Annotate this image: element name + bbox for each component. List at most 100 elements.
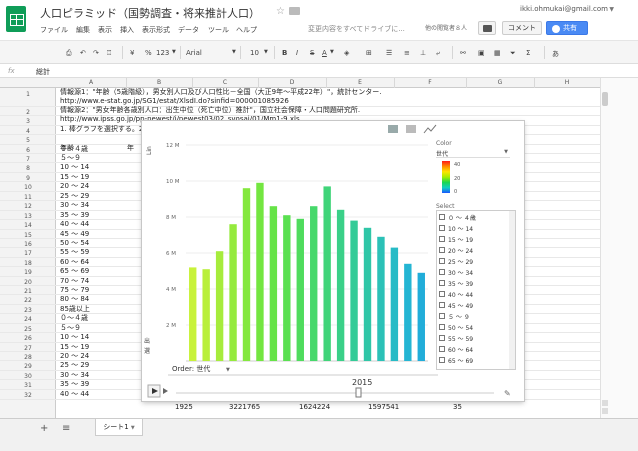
font-size-select[interactable]: 10 [250, 49, 259, 57]
chevron-down-icon[interactable]: ▼ [609, 6, 614, 13]
add-sheet-button[interactable]: + [40, 423, 48, 434]
select-scrollbar[interactable] [509, 211, 515, 369]
age-cell[interactable]: 15 ～ 19 [60, 344, 89, 351]
scroll-up-icon[interactable] [602, 400, 608, 406]
row-header[interactable]: 12 [0, 203, 56, 210]
select-checkbox[interactable] [439, 302, 445, 308]
select-checkbox[interactable] [439, 324, 445, 330]
age-cell[interactable]: 25 ～ 29 [60, 362, 89, 369]
cell-d32[interactable]: 1624224 [299, 404, 330, 411]
column-header-d[interactable]: D [258, 79, 326, 86]
select-checkbox[interactable] [439, 335, 445, 341]
cell-b32[interactable]: 1925 [175, 404, 193, 411]
order-dropdown[interactable]: Order: 世代 [172, 364, 210, 373]
age-cell[interactable]: 45 ～ 49 [60, 231, 89, 238]
menu-tools[interactable]: ツール [208, 25, 229, 35]
align-left-icon[interactable]: ≡ [404, 49, 410, 57]
print-icon[interactable]: ⎙ [66, 49, 72, 58]
select-checkbox[interactable] [439, 236, 445, 242]
cell-b5[interactable]: 年 [127, 145, 134, 152]
chevron-down-icon[interactable]: ▼ [264, 49, 268, 55]
document-title[interactable]: 人口ピラミッド（国勢調査・将来推計人口） [40, 5, 260, 21]
bar[interactable] [202, 269, 210, 361]
select-item[interactable]: 10 ～ 14 [439, 224, 509, 233]
comment-button[interactable]: コメント [502, 21, 542, 35]
number-format-button[interactable]: 123 [156, 49, 169, 57]
select-checkbox[interactable] [439, 346, 445, 352]
select-item[interactable]: ０ ～ ４歳 [439, 213, 509, 222]
sheet-tab[interactable]: シート1 ▼ [95, 419, 143, 436]
bar[interactable] [215, 251, 224, 361]
row-header[interactable]: 24 [0, 316, 56, 323]
age-cell[interactable]: 40 ～ 44 [60, 221, 89, 228]
select-checkbox[interactable] [439, 280, 445, 286]
bar[interactable] [404, 263, 412, 361]
column-header-h[interactable]: H [534, 79, 600, 86]
row-header[interactable]: 14 [0, 222, 56, 229]
select-item[interactable]: 35 ～ 39 [439, 279, 509, 288]
row-header[interactable]: 31 [0, 382, 56, 389]
age-cell[interactable]: 35 ～ 39 [60, 381, 89, 388]
age-cell[interactable]: 70 ～ 74 [60, 278, 89, 285]
bar[interactable] [310, 206, 318, 361]
chevron-down-icon[interactable]: ▼ [330, 49, 334, 55]
select-checkbox[interactable] [439, 313, 445, 319]
star-icon[interactable]: ☆ [276, 6, 285, 17]
row-header[interactable]: 3 [0, 118, 56, 125]
vertical-align-icon[interactable]: ⊥ [420, 49, 426, 57]
column-header-g[interactable]: G [466, 79, 534, 86]
age-cell[interactable]: 60 ～ 64 [60, 259, 89, 266]
chevron-down-icon[interactable]: ▼ [172, 49, 176, 55]
bar-view-icon[interactable] [406, 125, 416, 133]
select-item[interactable]: 45 ～ 49 [439, 301, 509, 310]
scrollbar-thumb[interactable] [602, 92, 608, 106]
select-checkbox[interactable] [439, 247, 445, 253]
column-header-e[interactable]: E [326, 79, 394, 86]
chevron-down-icon[interactable]: ▼ [226, 367, 230, 373]
select-checkbox[interactable] [439, 225, 445, 231]
sheet-list-button[interactable]: ≡ [62, 423, 70, 434]
age-cell[interactable]: 85歳以上 [60, 306, 90, 313]
cell-c32[interactable]: 3221765 [229, 404, 260, 411]
row-header[interactable]: 5 [0, 137, 56, 144]
row-header[interactable]: 29 [0, 363, 56, 370]
column-header-c[interactable]: C [192, 79, 258, 86]
menu-file[interactable]: ファイル [40, 25, 68, 35]
row-header[interactable]: 19 [0, 269, 56, 276]
age-cell[interactable]: 15 ～ 19 [60, 174, 89, 181]
age-cell[interactable]: 65 ～ 69 [60, 268, 89, 275]
account-email[interactable]: ikki.ohmukai@gmail.com [520, 6, 608, 13]
select-checkbox[interactable] [439, 258, 445, 264]
fill-color-icon[interactable]: ◈ [344, 49, 349, 57]
bar[interactable] [323, 186, 331, 361]
sheets-logo-icon[interactable] [6, 6, 26, 32]
text-color-button[interactable]: A [322, 49, 327, 57]
input-tools-button[interactable]: あ [552, 49, 559, 59]
bar[interactable] [377, 236, 385, 361]
age-cell[interactable]: ５～９ [60, 325, 81, 332]
select-checkbox[interactable] [439, 214, 445, 220]
bar[interactable] [283, 215, 291, 361]
select-item[interactable]: 50 ～ 54 [439, 323, 509, 332]
chevron-down-icon[interactable]: ▼ [232, 49, 236, 55]
borders-icon[interactable]: ⊞ [366, 49, 372, 57]
share-button[interactable]: 共有 [546, 21, 588, 35]
undo-icon[interactable]: ↶ [80, 49, 86, 57]
select-item[interactable]: 55 ～ 59 [439, 334, 509, 343]
row-header[interactable]: 10 [0, 184, 56, 191]
select-item[interactable]: 15 ～ 19 [439, 235, 509, 244]
speed-icon[interactable] [163, 388, 168, 394]
sum-button[interactable]: Σ [526, 49, 530, 57]
menu-insert[interactable]: 挿入 [120, 25, 134, 35]
row-header[interactable]: 22 [0, 297, 56, 304]
folder-icon[interactable] [289, 7, 300, 15]
age-cell[interactable]: 30 ～ 34 [60, 372, 89, 379]
bar[interactable] [269, 206, 278, 361]
age-cell[interactable]: 75 ～ 79 [60, 287, 89, 294]
select-item[interactable]: 40 ～ 44 [439, 290, 509, 299]
scroll-down-icon[interactable] [602, 408, 608, 414]
currency-button[interactable]: ¥ [130, 49, 134, 57]
bar[interactable] [242, 188, 251, 361]
chevron-down-icon[interactable]: ▼ [131, 425, 135, 431]
y-axis-label[interactable]: Lin [146, 146, 153, 155]
